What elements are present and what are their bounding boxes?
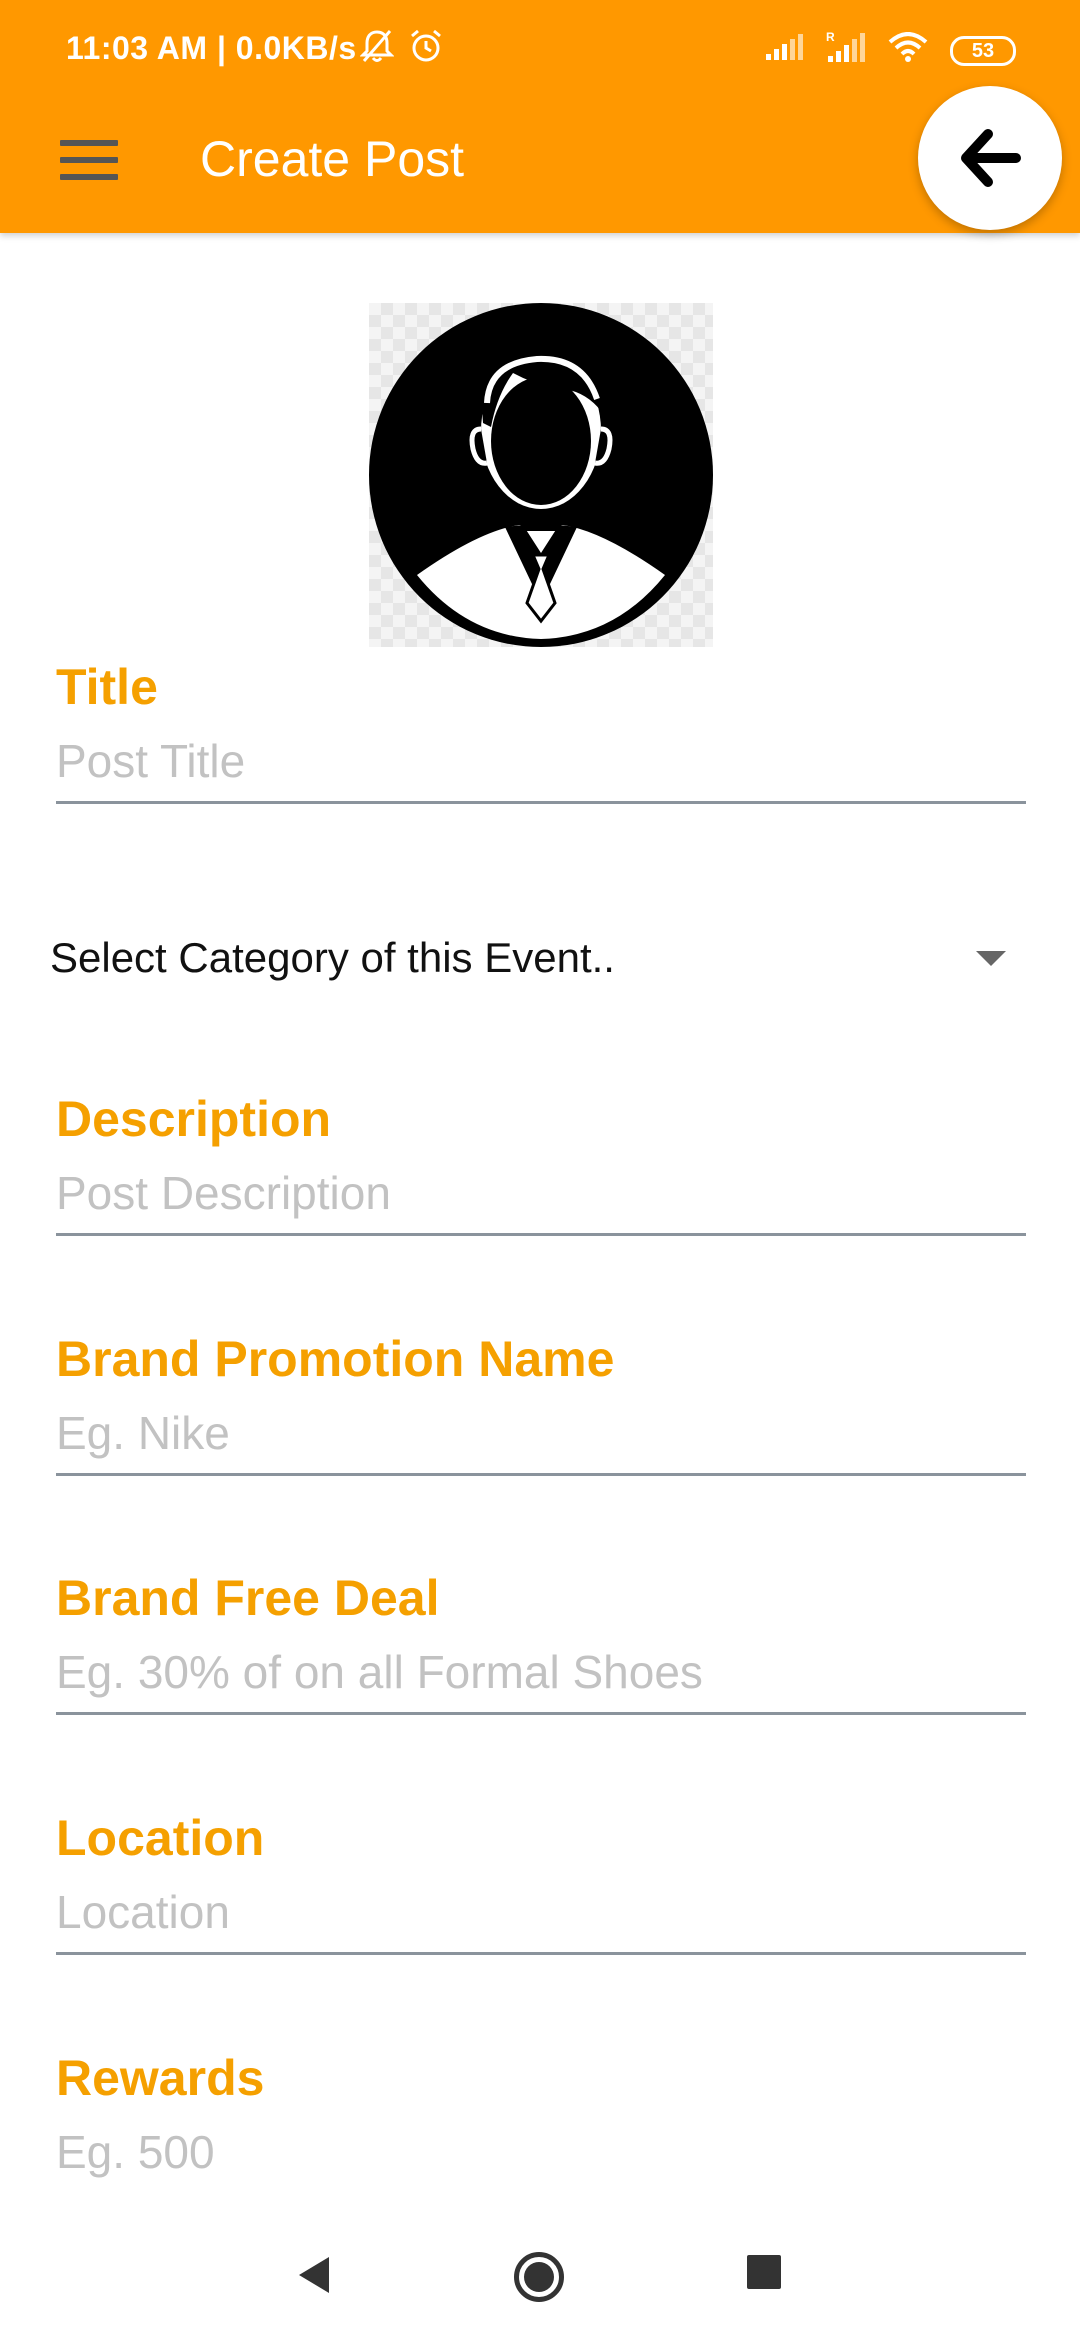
description-label: Description [56,1091,332,1147]
description-input[interactable] [56,1162,1026,1236]
rewards-field: Rewards [56,2049,1026,2195]
chevron-down-icon [976,950,1006,966]
create-post-screen: 11:03 AM | 0.0KB/s R 53 Create Post Titl… [0,0,1080,2340]
back-button[interactable] [918,86,1062,230]
system-nav-bar [0,2215,1080,2340]
category-dropdown[interactable]: Select Category of this Event.. [50,925,1010,991]
user-avatar-icon [369,303,713,647]
status-bar: 11:03 AM | 0.0KB/s R 53 [0,0,1080,100]
hamburger-menu-icon[interactable] [60,140,118,186]
title-input[interactable] [56,730,1026,804]
rewards-input[interactable] [56,2121,1026,2195]
brand-deal-input[interactable] [56,1641,1026,1715]
signal-icon [764,32,804,70]
nav-home-icon[interactable] [514,2252,564,2302]
brand-promotion-field: Brand Promotion Name [56,1330,1026,1476]
battery-icon: 53 [950,36,1016,66]
page-title: Create Post [200,131,465,187]
arrow-left-icon [961,129,1021,187]
location-input[interactable] [56,1881,1026,1955]
bell-off-icon [359,28,395,72]
wifi-icon [888,32,928,70]
brand-deal-field: Brand Free Deal [56,1569,1026,1715]
avatar-image[interactable] [369,303,713,647]
status-right-icons: R 53 [764,30,1016,72]
title-label: Title [56,659,158,715]
status-time: 11:03 AM | 0.0KB/s [66,30,357,66]
category-selected-text: Select Category of this Event.. [50,934,615,981]
top-bar: 11:03 AM | 0.0KB/s R 53 Create Post [0,0,1080,233]
location-label: Location [56,1810,265,1866]
location-field: Location [56,1809,1026,1955]
nav-back-icon[interactable] [297,2255,331,2295]
title-field: Title [56,658,1026,804]
alarm-icon [408,28,444,72]
brand-deal-label: Brand Free Deal [56,1570,440,1626]
rewards-label: Rewards [56,2050,265,2106]
svg-text:R: R [826,30,835,44]
brand-promotion-label: Brand Promotion Name [56,1331,615,1387]
signal-roaming-icon: R [826,30,866,72]
description-field: Description [56,1090,1026,1236]
nav-recents-icon[interactable] [747,2255,781,2289]
status-left-icons [359,28,444,72]
brand-promotion-input[interactable] [56,1402,1026,1476]
app-bar: Create Post [0,86,1080,233]
